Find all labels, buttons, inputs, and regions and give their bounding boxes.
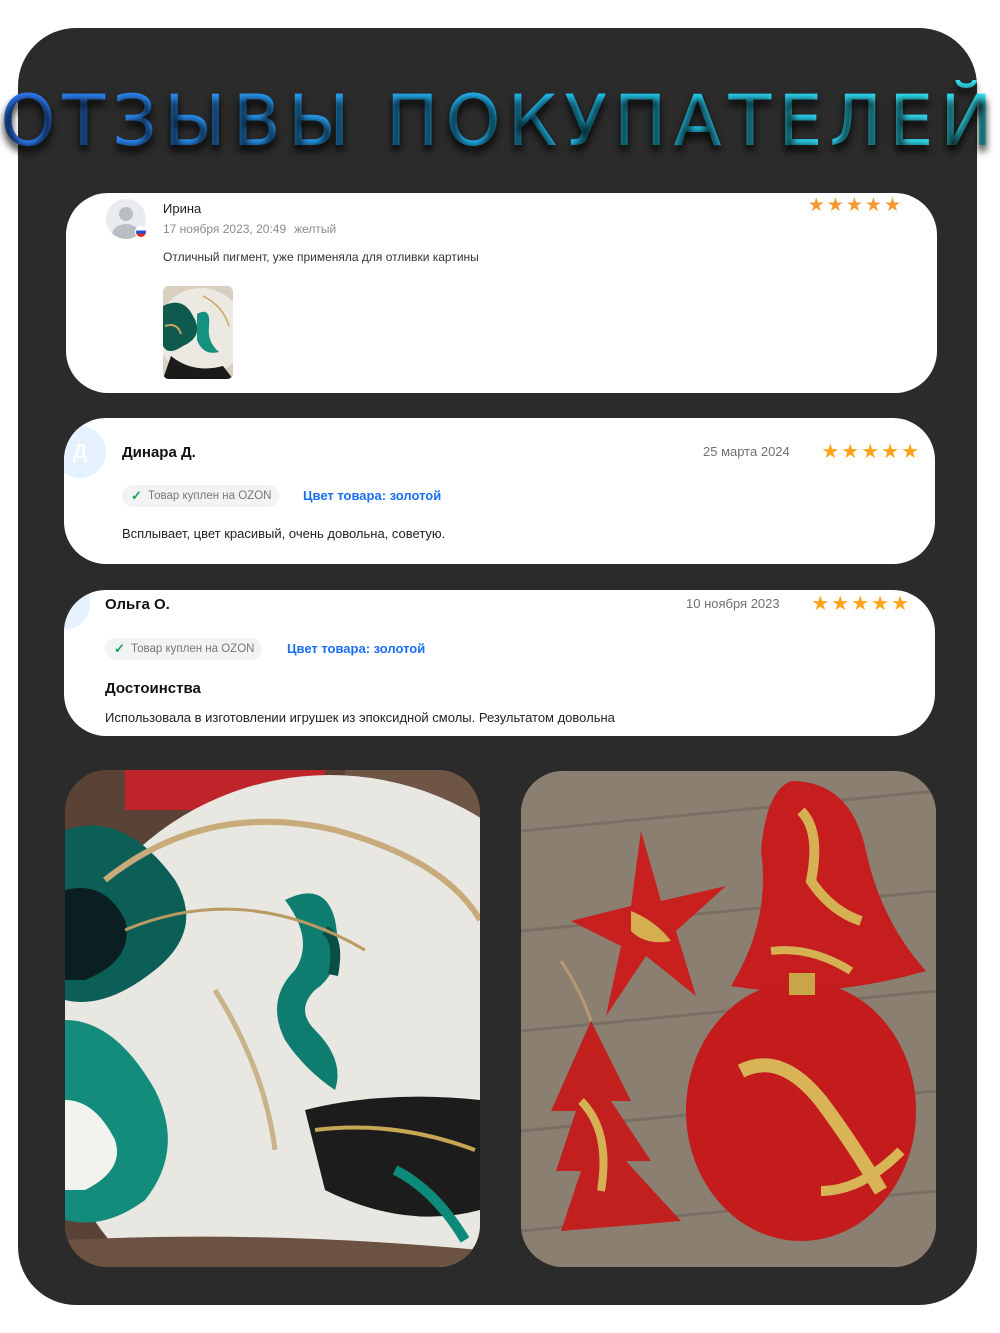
review-section-title: Достоинства [105, 680, 201, 697]
review-text: Всплывает, цвет красивый, очень довольна… [122, 526, 446, 541]
star-icon: ★ [891, 593, 909, 615]
review-text: Использовала в изготовлении игрушек из э… [105, 710, 615, 725]
star-icon: ★ [807, 195, 825, 216]
star-icon: ★ [864, 195, 882, 216]
rating-stars: ★ ★ ★ ★ ★ [808, 194, 901, 217]
product-color: Цвет товара: золотой [303, 488, 442, 503]
reviewer-name: Динара Д. [122, 444, 196, 461]
rating-stars: ★ ★ ★ ★ ★ [811, 591, 909, 616]
review-photo-thumbnail[interactable] [163, 286, 233, 379]
review-variant: желтый [294, 222, 337, 236]
star-icon: ★ [831, 593, 850, 615]
review-meta: 17 ноября 2023, 20:49 желтый [163, 222, 336, 236]
review-date: 25 марта 2024 [703, 444, 790, 459]
star-icon: ★ [845, 195, 863, 216]
page-title: ОТЗЫВЫ ПОКУПАТЕЛЕЙ [0, 80, 1000, 162]
star-icon: ★ [883, 195, 901, 216]
badge-label: Товар куплен на OZON [131, 643, 255, 655]
star-icon: ★ [826, 195, 844, 216]
check-icon: ✓ [131, 488, 142, 503]
resin-ornaments-photo [521, 771, 936, 1267]
avatar-placeholder [64, 590, 90, 630]
review-card-3: Ольга О. 10 ноября 2023 ★ ★ ★ ★ ★ ✓ Товар куп… [64, 590, 935, 736]
star-icon: ★ [841, 441, 860, 463]
star-icon: ★ [821, 441, 840, 463]
reviewer-name: Ирина [163, 201, 202, 216]
russia-flag-icon [135, 226, 147, 238]
resin-art-photo [65, 770, 480, 1267]
avatar-initial: Д [64, 426, 106, 478]
star-icon: ★ [811, 593, 830, 615]
star-icon: ★ [901, 441, 919, 463]
review-date: 10 ноября 2023 [686, 596, 780, 611]
review-text: Отличный пигмент, уже применяла для отли… [163, 250, 479, 264]
star-icon: ★ [881, 441, 900, 463]
rating-stars: ★ ★ ★ ★ ★ [821, 439, 919, 464]
badge-label: Товар куплен на OZON [148, 490, 272, 502]
star-icon: ★ [871, 593, 890, 615]
review-card-1: Ирина 17 ноября 2023, 20:49 желтый Отличн… [66, 193, 937, 393]
star-icon: ★ [851, 593, 870, 615]
review-card-2: Д Динара Д. 25 марта 2024 ★ ★ ★ ★ ★ ✓ Товар к… [64, 418, 935, 564]
product-color: Цвет товара: золотой [287, 641, 426, 656]
reviewer-name: Ольга О. [105, 596, 170, 613]
purchase-badge: ✓ Товар куплен на OZON [105, 638, 263, 660]
check-icon: ✓ [114, 641, 125, 656]
star-icon: ★ [861, 441, 880, 463]
purchase-badge: ✓ Товар куплен на OZON [122, 485, 280, 507]
review-date: 17 ноября 2023, 20:49 [163, 222, 287, 236]
